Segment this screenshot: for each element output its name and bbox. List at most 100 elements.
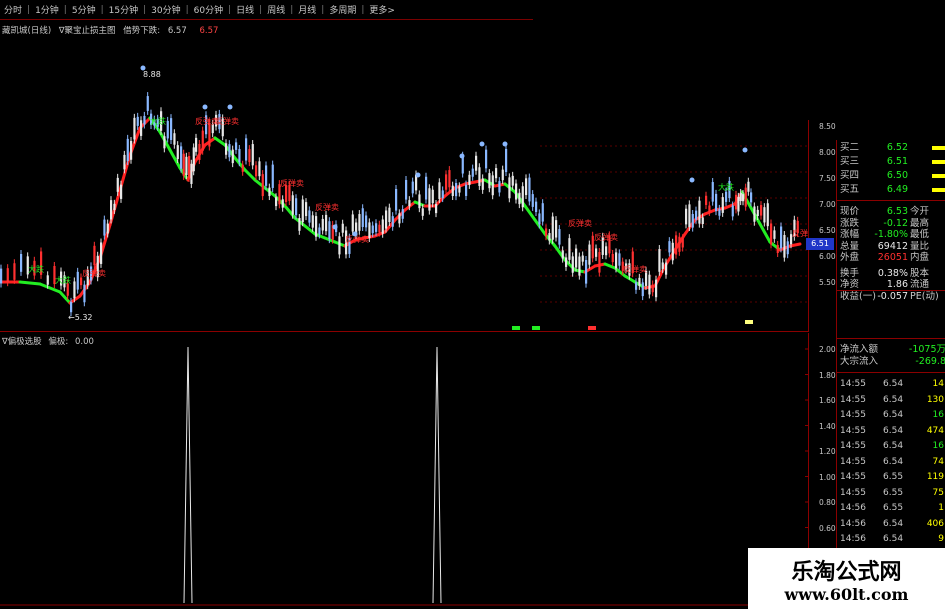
candle-body: [786, 241, 789, 255]
period-tab-5[interactable]: 60分钟: [190, 3, 227, 16]
stat-label: 外盘: [840, 252, 860, 263]
candle-body: [281, 199, 284, 208]
bid-row: 买二 6.52: [837, 142, 945, 154]
stat-label-right: 最高: [910, 217, 930, 229]
watermark-title: 乐淘公式网: [791, 559, 902, 585]
candle-body: [321, 218, 324, 231]
candle-body: [588, 244, 591, 265]
candle-body: [651, 284, 654, 293]
trend-segment: [18, 280, 42, 286]
candle-body: [182, 153, 185, 176]
tick-price: 6.55: [883, 503, 904, 513]
stat-label: 换手: [840, 267, 860, 279]
stat-label: 收益(一): [840, 290, 876, 302]
tick-row: 14:55 6.55 75: [837, 487, 945, 500]
stat-label-right: 最低: [910, 229, 930, 240]
tick-volume: 14: [932, 379, 944, 389]
period-tab-1[interactable]: 1分钟: [31, 3, 63, 16]
period-tab-9[interactable]: 多周期: [325, 3, 360, 16]
tick-price: 6.54: [883, 456, 904, 467]
tick-price: 6.54: [883, 534, 904, 544]
stat-value: 0.38%: [877, 267, 908, 279]
signal-marker-icon: [140, 65, 146, 71]
period-tab-4[interactable]: 30分钟: [147, 3, 184, 16]
candle-body: [753, 206, 756, 222]
oscillator-axis-tick: 0.80: [819, 498, 836, 507]
candle-body: [180, 146, 183, 169]
candle-body: [126, 138, 129, 162]
signal-marker-icon: [459, 153, 465, 159]
sell-annotation: 反弹卖: [315, 202, 339, 212]
candle-body: [518, 192, 521, 205]
candle-body: [245, 138, 248, 161]
candle-body: [46, 275, 49, 285]
candle-body: [525, 178, 528, 196]
candle-body: [261, 174, 264, 197]
candle-body: [485, 149, 488, 169]
tick-time: 14:56: [840, 518, 866, 529]
candle-body: [190, 163, 193, 184]
period-tab-8[interactable]: 月线: [294, 3, 320, 16]
down-annotation: 大跌: [28, 264, 44, 274]
candle-body: [598, 252, 601, 273]
candle-body: [66, 283, 69, 296]
candle-body: [241, 164, 244, 172]
candle-body: [120, 184, 123, 199]
bid-label: 买三: [840, 156, 860, 167]
candle-body: [258, 161, 261, 177]
candle-body: [275, 197, 278, 207]
candle-body: [441, 190, 444, 199]
candle-body: [388, 207, 391, 223]
indicator-name: ∇聚宝止损主图: [58, 26, 116, 36]
tick-volume: 130: [926, 394, 944, 405]
watermark: 乐淘公式网 www.60lt.com: [748, 548, 945, 609]
period-tab-10[interactable]: 更多>: [365, 3, 399, 16]
period-tab-0[interactable]: 分时: [0, 3, 26, 16]
candle-body: [438, 182, 441, 199]
candle-body: [638, 277, 641, 286]
candle-body: [248, 149, 251, 163]
candle-body: [568, 238, 571, 260]
candle-body: [681, 238, 684, 248]
period-tab-7[interactable]: 周线: [263, 3, 289, 16]
candle-body: [301, 199, 304, 223]
candle-body: [173, 133, 176, 145]
candle-body: [170, 118, 173, 140]
candle-body: [635, 282, 638, 290]
tick-row: 14:55 6.54 16: [837, 440, 945, 453]
candle-body: [641, 282, 644, 297]
tick-row: 14:56 6.54 9: [837, 533, 945, 546]
candle-body: [458, 186, 461, 193]
candle-body: [201, 130, 204, 151]
candle-body: [80, 277, 83, 286]
tick-price: 6.54: [883, 441, 904, 451]
tick-row: 14:56 6.55 1: [837, 502, 945, 515]
candle-body: [391, 216, 394, 227]
oscillator-axis-tick: 1.60: [819, 396, 836, 405]
candle-body: [225, 143, 228, 155]
candle-body: [315, 216, 318, 237]
bid-price: 6.51: [886, 156, 908, 167]
period-tab-3[interactable]: 15分钟: [105, 3, 142, 16]
stat-label-right: 今开: [910, 206, 930, 217]
tick-volume: 75: [932, 487, 944, 498]
candle-body: [381, 219, 384, 234]
candle-body: [698, 200, 701, 224]
candle-body: [565, 257, 568, 267]
candle-body: [508, 177, 511, 199]
candle-body: [701, 217, 704, 224]
period-tab-6[interactable]: 日线: [232, 3, 258, 16]
candle-body: [83, 284, 86, 303]
stat-label-right: 内盘: [910, 252, 930, 263]
price-axis-tick: 8.00: [819, 148, 836, 157]
candle-body: [711, 182, 714, 202]
tick-price: 6.55: [883, 487, 904, 498]
bid-volume-bar: [932, 146, 945, 150]
candle-body: [378, 224, 381, 233]
candle-body: [133, 117, 136, 140]
candle-body: [295, 198, 298, 216]
candle-body: [718, 208, 721, 216]
period-tab-2[interactable]: 5分钟: [68, 3, 100, 16]
bid-price: 6.52: [886, 142, 908, 153]
tick-volume: 119: [926, 472, 944, 482]
